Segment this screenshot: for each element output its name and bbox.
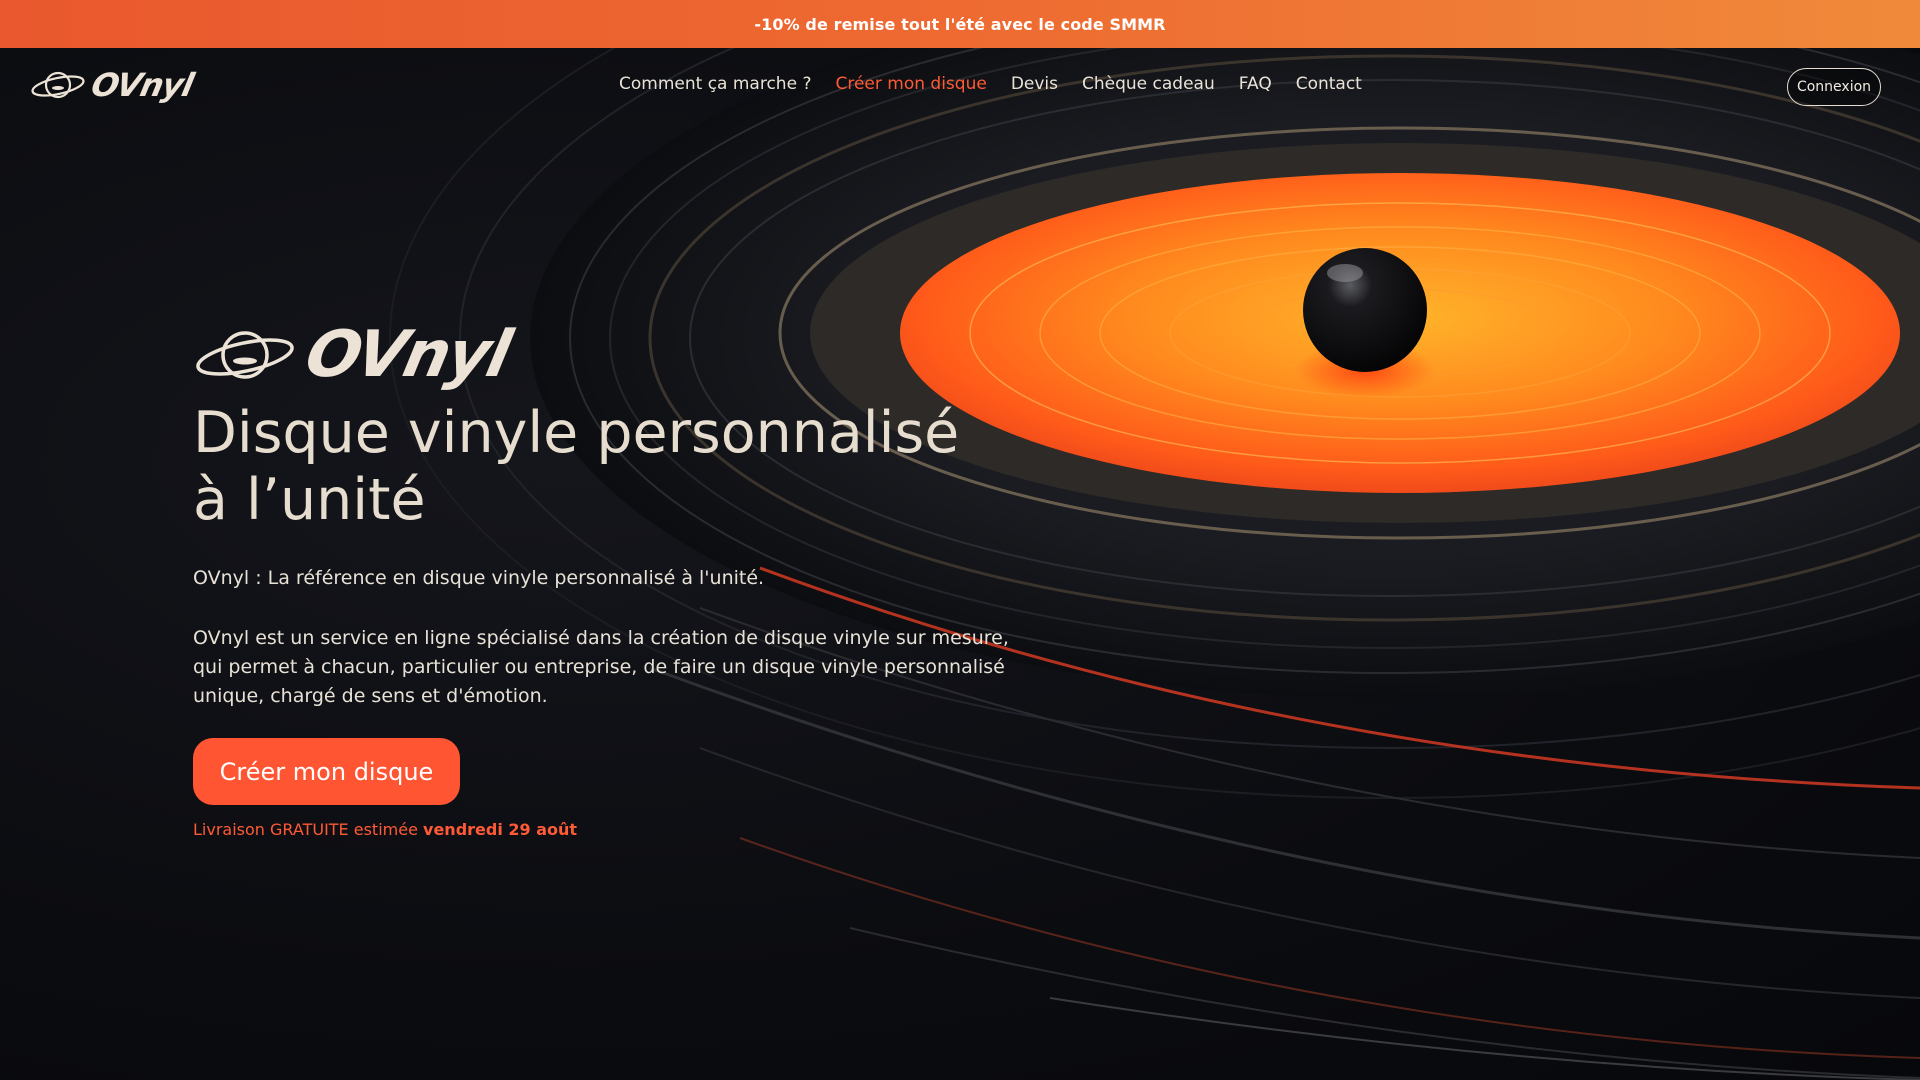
description-text: OVnyl est un service en ligne spécialisé… (193, 624, 1023, 711)
login-button[interactable]: Connexion (1787, 68, 1881, 106)
delivery-date: vendredi 29 août (423, 820, 578, 839)
page-title-line-1: Disque vinyle personnalisé (193, 400, 960, 466)
description-line-3: unique, chargé de sens et d'émotion. (193, 685, 548, 707)
promo-banner: -10% de remise tout l'été avec le code S… (0, 0, 1920, 48)
main-menu: Comment ça marche ? Créer mon disque Dev… (619, 74, 1362, 94)
description-line-1: OVnyl est un service en ligne spécialisé… (193, 627, 1009, 649)
header-logo[interactable]: OVnyl (30, 66, 196, 104)
nav-item-comment-ca-marche[interactable]: Comment ça marche ? (619, 74, 811, 94)
nav-item-contact[interactable]: Contact (1296, 74, 1362, 94)
description-line-2: qui permet à chacun, particulier ou entr… (193, 656, 1005, 678)
nav-item-creer-mon-disque[interactable]: Créer mon disque (835, 74, 986, 94)
hero-brand-name: OVnyl (299, 318, 516, 392)
saturn-planet-logo-icon (196, 331, 294, 379)
saturn-planet-logo-icon (31, 71, 85, 99)
delivery-label: Livraison GRATUITE estimée (193, 820, 424, 839)
top-navigation: OVnyl Comment ça marche ? Créer mon disq… (0, 48, 1920, 124)
nav-item-cheque-cadeau[interactable]: Chèque cadeau (1082, 74, 1215, 94)
brand-name: OVnyl (87, 66, 197, 104)
delivery-estimate: Livraison GRATUITE estimée vendredi 29 a… (193, 820, 577, 839)
hero-section (0, 48, 1920, 1080)
nav-item-faq[interactable]: FAQ (1239, 74, 1272, 94)
intro-text: OVnyl : La référence en disque vinyle pe… (193, 567, 765, 589)
page-title-line-2: à l’unité (193, 467, 426, 533)
create-disc-button[interactable]: Créer mon disque (193, 738, 460, 805)
page-title: Disque vinyle personnalisé à l’unité (193, 400, 1013, 534)
hero-logo: OVnyl (193, 318, 516, 392)
promo-text: -10% de remise tout l'été avec le code S… (754, 14, 1166, 34)
vinyl-record-image (389, 48, 1920, 1080)
nav-item-devis[interactable]: Devis (1011, 74, 1058, 94)
